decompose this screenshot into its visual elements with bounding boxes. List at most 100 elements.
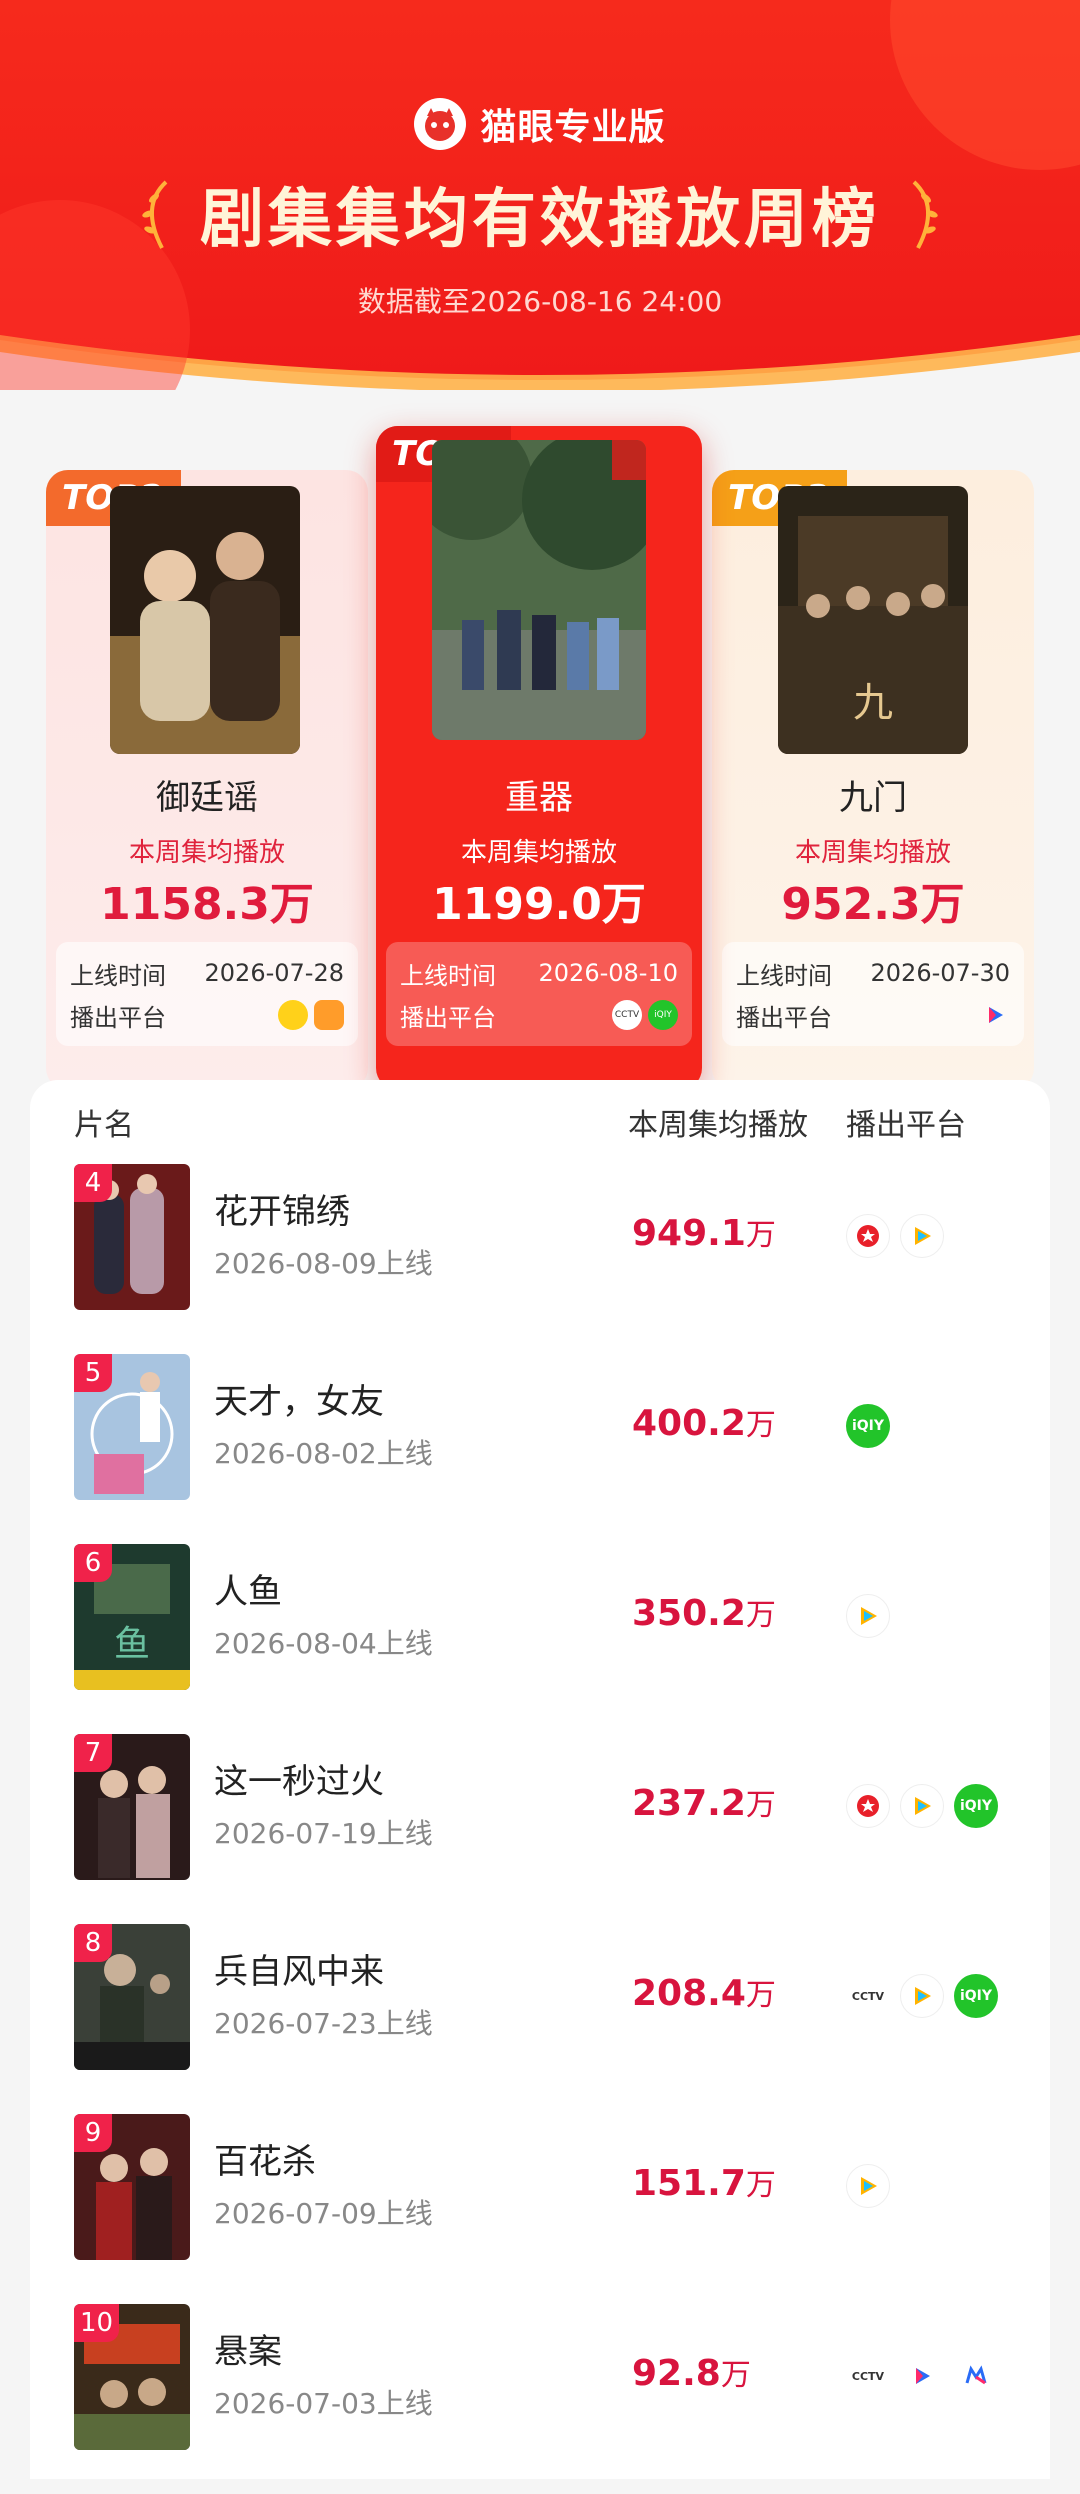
drama-title: 重器 [505,778,573,818]
tencent-icon [846,1214,890,1258]
rank-badge: 8 [74,1924,112,1962]
release-date: 2026-08-02上线 [214,1437,433,1470]
release-date: 2026-07-09上线 [214,2197,433,2230]
laurel-left-icon [142,180,168,249]
drama-title: 花开锦绣 [214,1192,350,1232]
drama-title: 御廷谣 [156,778,258,818]
youku-icon [989,1007,1003,1023]
play-value: 151.7万 [632,2163,776,2204]
table-row[interactable]: 4 花开锦绣 2026-08-09上线 949.1万 [30,1164,1050,1354]
release-date: 2026-07-23上线 [214,2007,433,2040]
drama-thumbnail: 5 [74,1354,190,1500]
podium-card-top1[interactable]: TOP1 重器 本周集均播放 1199.0万 上线时间 2026-08-10 播… [376,426,702,1090]
iqiyi-icon: iQIY [954,1784,998,1828]
platform-label: 播出平台 [70,1003,166,1032]
cctv-icon: CCTV [846,1974,890,2018]
online-time-value: 2026-08-10 [538,959,678,987]
tencent-icon [846,1784,890,1828]
play-label: 本周集均播放 [128,838,285,868]
drama-poster [110,486,300,754]
drama-title: 百花杀 [214,2142,316,2182]
iqiyi-icon: iQIY [648,1000,678,1030]
table-row[interactable]: 7 这一秒过火 2026-07-19上线 237.2万 iQIY [30,1734,1050,1924]
data-cutoff-time: 数据截至2026-08-16 24:00 [357,285,723,318]
release-date: 2026-07-19上线 [214,1817,433,1850]
rank-badge: 9 [74,2114,112,2152]
rank-badge: 10 [74,2304,120,2342]
info-box: 上线时间 2026-07-28 播出平台 [56,942,358,1046]
online-time-value: 2026-07-30 [870,959,1010,987]
play-value: 237.2万 [632,1783,776,1824]
tencent-video-icon [900,1784,944,1828]
mgtv-icon [954,2354,998,2398]
platform-label: 播出平台 [400,1003,496,1032]
play-label: 本周集均播放 [460,838,617,868]
play-value: 208.4万 [632,1973,776,2014]
drama-poster [432,440,646,740]
cctv-icon: CCTV [612,1000,642,1030]
rank-badge: 7 [74,1734,112,1772]
rank-badge: 4 [74,1164,112,1202]
drama-poster: 九 [778,486,968,754]
drama-thumbnail: 7 [74,1734,190,1880]
laurel-right-icon [912,180,938,249]
online-time-label: 上线时间 [400,961,496,990]
play-value: 350.2万 [632,1593,776,1634]
drama-thumbnail: 鱼 6 [74,1544,190,1690]
drama-title: 九门 [839,778,907,818]
youku-icon [900,2354,944,2398]
podium-card-top3[interactable]: TOP3 九 九门 本周集均播放 952.3万 上线时间 2026-07-30 … [712,470,1034,1090]
play-value: 400.2万 [632,1403,776,1444]
table-row[interactable]: 9 百花杀 2026-07-09上线 151.7万 [30,2114,1050,2304]
maoyan-logo-icon [414,98,467,150]
iqiyi-icon: iQIY [954,1974,998,2018]
play-value: 1158.3万 [100,879,314,930]
header: 猫眼专业版 剧集集均有效播放周榜 数据截至2026-08-16 24:00 [0,0,1080,390]
drama-thumbnail: 4 [74,1164,190,1310]
table-row[interactable]: 鱼 6 人鱼 2026-08-04上线 350.2万 [30,1544,1050,1734]
tencent-video-icon [900,1974,944,2018]
online-time-value: 2026-07-28 [204,959,344,987]
svg-text:九: 九 [853,680,893,726]
play-label: 本周集均播放 [794,838,951,868]
online-time-label: 上线时间 [70,961,166,990]
table-row[interactable]: 10 悬案 2026-07-03上线 92.8万 CCTV [30,2304,1050,2494]
drama-thumbnail: 10 [74,2304,190,2450]
play-value: 92.8万 [632,2353,751,2394]
drama-title: 天才，女友 [214,1382,384,1422]
podium-card-top2[interactable]: TOP2 御廷谣 本周集均播放 1158.3万 上线时间 2026-07-28 … [46,470,368,1090]
cctv-icon: CCTV [846,2354,890,2398]
youku-orange-icon [314,1000,344,1030]
rank-badge: 5 [74,1354,112,1392]
ranking-list-panel: 片名 本周集均播放 播出平台 4 花开锦绣 2026-08-09上线 949.1… [30,1080,1050,2479]
table-row[interactable]: 8 兵自风中来 2026-07-23上线 208.4万 CCTV iQIY [30,1924,1050,2114]
table-row[interactable]: 5 天才，女友 2026-08-02上线 400.2万 iQIY [30,1354,1050,1544]
drama-title: 兵自风中来 [214,1952,384,1992]
tencent-video-icon [846,1594,890,1638]
online-time-label: 上线时间 [736,961,832,990]
release-date: 2026-07-03上线 [214,2387,433,2420]
iqiyi-icon: iQIY [846,1404,890,1448]
play-value: 949.1万 [632,1213,776,1254]
svg-text:鱼: 鱼 [114,1624,150,1665]
play-value: 1199.0万 [432,879,646,930]
release-date: 2026-08-09上线 [214,1247,433,1280]
platform-label: 播出平台 [736,1003,832,1032]
drama-thumbnail: 8 [74,1924,190,2070]
drama-title: 人鱼 [214,1572,282,1612]
page-title: 剧集集均有效播放周榜 [200,183,880,257]
release-date: 2026-08-04上线 [214,1627,433,1660]
rank-badge: 6 [74,1544,112,1582]
drama-title: 这一秒过火 [214,1762,384,1802]
info-box: 上线时间 2026-08-10 播出平台 CCTV iQIY [386,942,692,1046]
tencent-video-icon [900,1214,944,1258]
play-value: 952.3万 [781,879,965,930]
tencent-video-icon [846,2164,890,2208]
brand-name: 猫眼专业版 [480,107,666,148]
drama-title: 悬案 [214,2332,282,2372]
info-box: 上线时间 2026-07-30 播出平台 [722,942,1024,1046]
column-header-platform: 播出平台 [846,1108,966,1143]
column-header-name: 片名 [74,1108,134,1143]
drama-thumbnail: 9 [74,2114,190,2260]
column-header-play: 本周集均播放 [628,1108,808,1143]
